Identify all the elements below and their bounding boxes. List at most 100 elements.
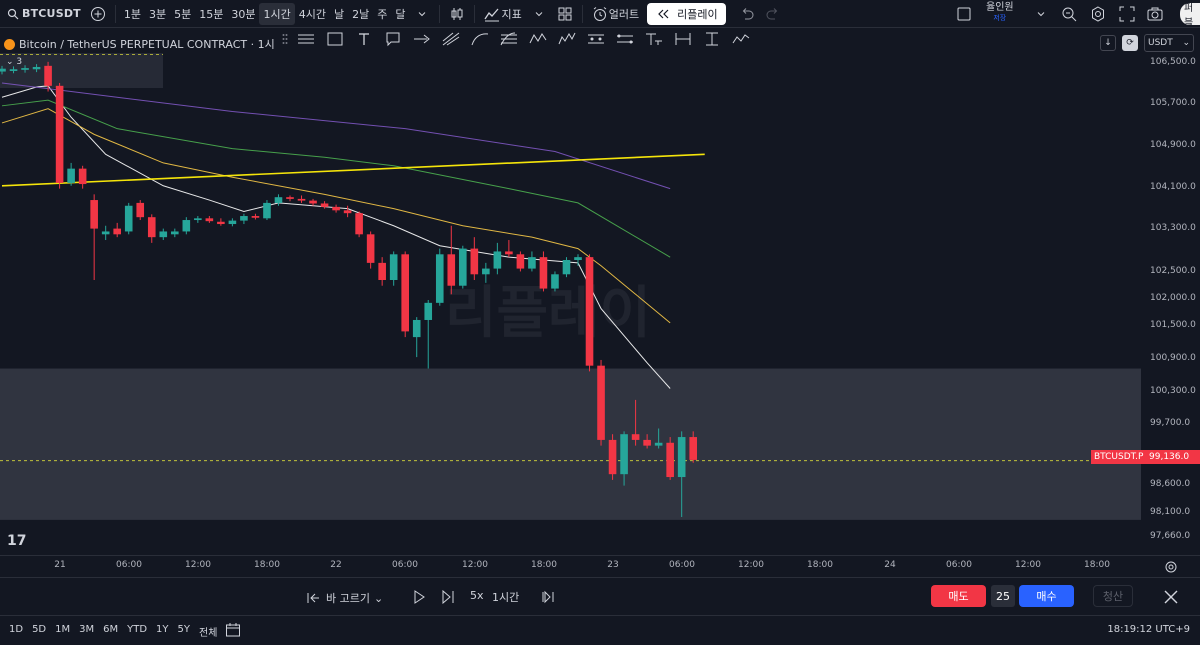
camera-icon[interactable]	[1146, 5, 1164, 23]
time-tick: 12:00	[1015, 560, 1041, 570]
fullscreen-square-icon[interactable]	[955, 5, 973, 23]
interval-option[interactable]: 3분	[145, 3, 170, 25]
range-option[interactable]: 1M	[55, 624, 70, 639]
layouts-button[interactable]	[552, 3, 578, 25]
price-range-icon[interactable]	[641, 29, 667, 49]
undo-button[interactable]	[734, 3, 760, 25]
interval-option[interactable]: 5분	[170, 3, 195, 25]
buy-button[interactable]: 매수	[1019, 585, 1074, 607]
chart-type-button[interactable]	[444, 3, 470, 25]
horizontal-lines-icon[interactable]	[293, 29, 319, 49]
text-icon[interactable]	[351, 29, 377, 49]
range-option[interactable]: 1Y	[156, 624, 168, 639]
range-option[interactable]: 6M	[103, 624, 118, 639]
range-option[interactable]: YTD	[127, 624, 147, 639]
interval-option[interactable]: 15분	[195, 3, 227, 25]
quantity-input[interactable]: 25	[991, 585, 1015, 607]
settings-icon[interactable]	[1089, 5, 1107, 23]
candle-body	[516, 254, 525, 269]
fib-icon[interactable]	[496, 29, 522, 49]
magnifier-icon[interactable]	[1060, 5, 1078, 23]
interval-option[interactable]: 30분	[227, 3, 259, 25]
interval-option[interactable]: 주	[373, 3, 391, 25]
auto-scale-icon[interactable]: ⟳	[1122, 35, 1138, 51]
range-option[interactable]: 5D	[32, 624, 46, 639]
flatten-button[interactable]: 청산	[1093, 585, 1133, 607]
price-tick: 106,500.0	[1150, 57, 1196, 67]
drag-handle-icon[interactable]	[280, 29, 290, 49]
sell-button[interactable]: 매도	[931, 585, 986, 607]
candle-body	[101, 231, 110, 235]
range-option[interactable]: 5Y	[178, 624, 190, 639]
elliott-wave-icon[interactable]	[554, 29, 580, 49]
candle-body	[493, 251, 502, 269]
range-option[interactable]: 3M	[79, 624, 94, 639]
gear-icon[interactable]	[1162, 558, 1180, 576]
jump-to-realtime-icon[interactable]	[539, 588, 557, 606]
brush-icon[interactable]	[728, 29, 754, 49]
moving-average-line	[1, 82, 671, 190]
price-tick: 103,300.0	[1150, 223, 1196, 233]
symbol-search[interactable]: BTCUSDT	[0, 3, 85, 25]
candle-body	[78, 168, 87, 185]
pitchfork-icon[interactable]	[438, 29, 464, 49]
candle-body	[240, 216, 248, 221]
price-chart[interactable]	[0, 50, 1141, 555]
candle-body	[528, 257, 536, 269]
step-forward-icon[interactable]	[439, 588, 457, 606]
play-icon[interactable]	[410, 588, 428, 606]
clock-display[interactable]: 18:19:12 UTC+9	[1107, 624, 1190, 635]
tradingview-logo: 17	[7, 533, 27, 549]
redo-icon	[764, 5, 782, 23]
speed-button[interactable]: 5x	[470, 589, 484, 602]
plus-circle-icon	[89, 5, 107, 23]
measure-icon[interactable]	[699, 29, 725, 49]
publish-button[interactable]: 퍼블	[1180, 3, 1200, 25]
fullscreen-icon[interactable]	[1118, 5, 1136, 23]
price-tick: 105,700.0	[1150, 98, 1196, 108]
date-range-icon[interactable]	[670, 29, 696, 49]
candle-body	[424, 302, 433, 320]
indicators-button[interactable]: 지표	[479, 3, 551, 25]
candle-body	[9, 69, 18, 71]
pattern-icon[interactable]	[525, 29, 551, 49]
candle-body	[597, 365, 605, 440]
candle-body	[401, 254, 409, 332]
replay-button[interactable]: 리플레이	[647, 2, 726, 25]
arrow-marker-icon[interactable]	[409, 29, 435, 49]
indicators-label: 지표	[501, 7, 522, 21]
interval-option[interactable]: 4시간	[295, 3, 330, 25]
time-tick: 06:00	[946, 560, 972, 570]
candle-body	[136, 202, 145, 218]
redo-button[interactable]	[760, 3, 786, 25]
time-tick: 21	[54, 560, 66, 570]
user-account[interactable]: 율인원 저장	[986, 2, 1014, 24]
time-tick: 22	[330, 560, 342, 570]
calendar-icon[interactable]	[224, 621, 242, 639]
interval-option[interactable]: 달	[391, 3, 409, 25]
alert-button[interactable]: 얼러트	[587, 3, 643, 25]
candle-body	[539, 257, 548, 289]
replay-interval-button[interactable]: 1시간	[492, 589, 519, 605]
interval-option[interactable]: 2날	[348, 3, 373, 25]
compare-button[interactable]	[85, 3, 111, 25]
interval-option[interactable]: 1시간	[259, 2, 295, 25]
interval-dropdown[interactable]	[409, 3, 435, 25]
currency-select[interactable]: USDT ⌄	[1144, 34, 1194, 52]
time-tick: 18:00	[254, 560, 280, 570]
interval-option[interactable]: 1분	[120, 3, 145, 25]
select-bar-button[interactable]: 바 고르기 ⌄	[304, 589, 383, 607]
callout-icon[interactable]	[380, 29, 406, 49]
range-option[interactable]: 1D	[9, 624, 23, 639]
interval-option[interactable]: 날	[330, 3, 348, 25]
curve-icon[interactable]	[467, 29, 493, 49]
rectangle-icon[interactable]	[322, 29, 348, 49]
time-tick: 12:00	[738, 560, 764, 570]
candle-body	[585, 257, 594, 366]
projection-icon[interactable]	[583, 29, 609, 49]
arrow-down-icon[interactable]: ↓	[1100, 35, 1116, 51]
close-icon[interactable]	[1162, 588, 1180, 606]
channel-icon[interactable]	[612, 29, 638, 49]
range-option[interactable]: 전체	[199, 624, 217, 639]
chevron-down-icon[interactable]	[1032, 5, 1050, 23]
